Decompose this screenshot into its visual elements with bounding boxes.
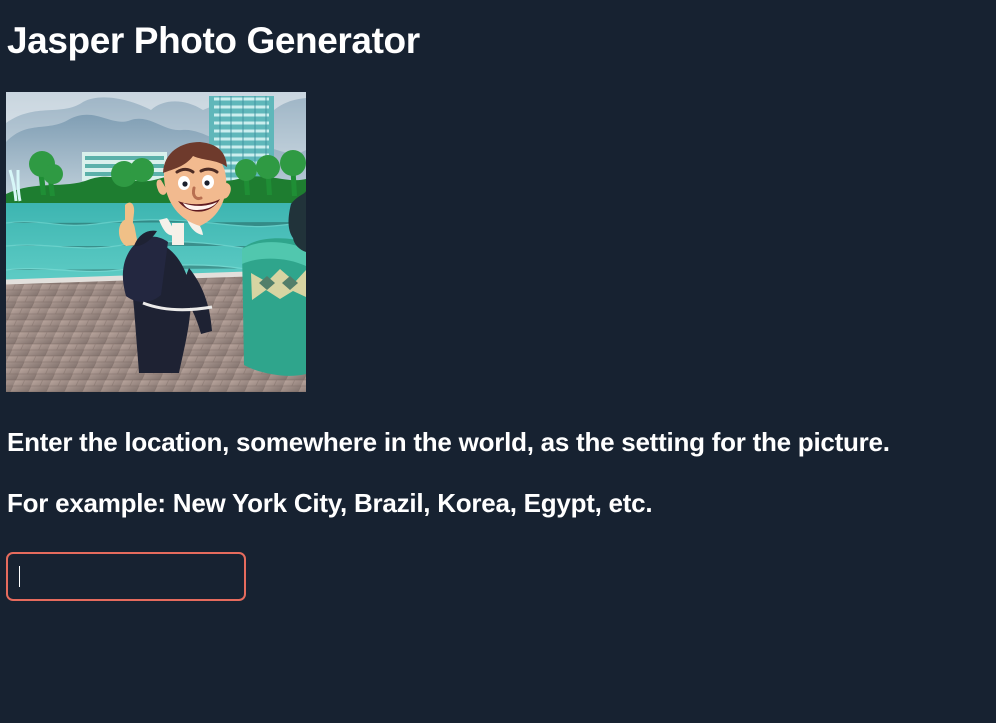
page-title: Jasper Photo Generator	[7, 20, 420, 61]
app-page: Jasper Photo Generator Enter the locatio…	[0, 0, 996, 723]
mascot-photo-illustration	[6, 92, 306, 392]
location-instruction: Enter the location, somewhere in the wor…	[7, 427, 890, 457]
jasper-mascot-image	[6, 92, 306, 392]
location-examples: For example: New York City, Brazil, Kore…	[7, 488, 653, 518]
text-caret	[19, 566, 20, 587]
location-input[interactable]	[6, 552, 246, 601]
